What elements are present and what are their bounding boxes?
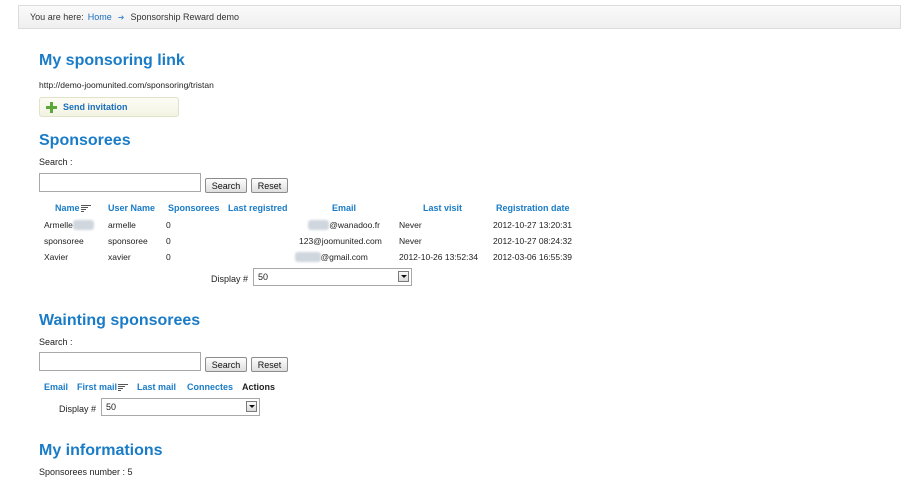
sponsorees-search-label: Search : bbox=[39, 157, 73, 167]
column-header-first-mail[interactable]: First mail bbox=[77, 382, 129, 392]
breadcrumb: You are here: Home ➜ Sponsorship Reward … bbox=[18, 5, 901, 29]
sponsorees-reset-button[interactable]: Reset bbox=[251, 178, 288, 193]
sponsorees-count: Sponsorees number : 5 bbox=[39, 467, 133, 477]
sponsorees-display-value: 50 bbox=[258, 272, 269, 282]
table-row-cell-username: xavier bbox=[108, 252, 131, 262]
sponsorees-search-button[interactable]: Search bbox=[205, 178, 247, 193]
column-header-name[interactable]: Name bbox=[55, 203, 91, 213]
table-row-cell-registration-date: 2012-10-27 13:20:31 bbox=[493, 220, 572, 230]
waiting-display-select[interactable]: 50 bbox=[101, 398, 260, 416]
waiting-search-input[interactable] bbox=[39, 352, 201, 371]
table-row-cell-last-visit: Never bbox=[399, 220, 422, 230]
sponsorees-title: Sponsorees bbox=[39, 132, 131, 149]
table-row-cell-sponsorees: 0 bbox=[166, 220, 171, 230]
table-row-cell-registration-date: 2012-10-27 08:24:32 bbox=[493, 236, 572, 246]
sort-icon bbox=[118, 384, 129, 392]
column-header-last-mail[interactable]: Last mail bbox=[137, 382, 176, 392]
column-header-registration-date[interactable]: Registration date bbox=[496, 203, 570, 213]
column-header-last-registred[interactable]: Last registred bbox=[228, 203, 288, 213]
table-row-cell-username: sponsoree bbox=[108, 236, 148, 246]
column-header-email[interactable]: Email bbox=[44, 382, 68, 392]
blurred-text: xxxxxx bbox=[295, 252, 321, 262]
breadcrumb-current: Sponsorship Reward demo bbox=[130, 12, 239, 22]
column-header-sponsorees[interactable]: Sponsorees bbox=[168, 203, 220, 213]
table-row-cell-registration-date: 2012-03-06 16:55:39 bbox=[493, 252, 572, 262]
column-header-connectes[interactable]: Connectes bbox=[187, 382, 233, 392]
column-header-actions: Actions bbox=[242, 382, 276, 392]
table-row-cell-last-visit: Never bbox=[399, 236, 422, 246]
table-row-cell-name: sponsoree bbox=[44, 236, 84, 246]
table-row-cell-last-visit: 2012-10-26 13:52:34 bbox=[399, 252, 478, 262]
waiting-display-value: 50 bbox=[106, 402, 117, 412]
blurred-text: xxxxx bbox=[308, 220, 330, 230]
breadcrumb-home-link[interactable]: Home bbox=[88, 12, 112, 22]
sponsorees-display-select[interactable]: 50 bbox=[253, 268, 412, 286]
sponsorees-display-label: Display # bbox=[211, 274, 249, 284]
send-invitation-label: Send invitation bbox=[63, 102, 128, 112]
column-header-username[interactable]: User Name bbox=[108, 203, 155, 213]
table-row-cell-email: xxxxxx@gmail.com bbox=[295, 252, 368, 262]
breadcrumb-prefix: You are here: bbox=[30, 12, 84, 22]
sponsoring-url: http://demo-joomunited.com/sponsoring/tr… bbox=[39, 80, 214, 90]
table-row-cell-email: 123@joomunited.com bbox=[299, 236, 382, 246]
chevron-down-icon bbox=[246, 401, 257, 412]
sponsorees-search-input[interactable] bbox=[39, 173, 201, 192]
table-row-cell-username: armelle bbox=[108, 220, 136, 230]
waiting-display-label: Display # bbox=[59, 404, 97, 414]
table-row-cell-name: Xavier bbox=[44, 252, 69, 262]
table-row-cell-name: Armellexxxxx bbox=[44, 220, 95, 230]
column-header-email[interactable]: Email bbox=[332, 203, 356, 213]
table-row-cell-email: xxxxx@wanadoo.fr bbox=[308, 220, 380, 230]
waiting-sponsorees-title: Wainting sponsorees bbox=[39, 312, 201, 329]
sort-icon bbox=[80, 205, 91, 213]
table-row-cell-sponsorees: 0 bbox=[166, 236, 171, 246]
waiting-search-button[interactable]: Search bbox=[205, 357, 247, 372]
waiting-search-label: Search : bbox=[39, 337, 73, 347]
arrow-right-icon: ➜ bbox=[117, 12, 125, 22]
plus-icon bbox=[46, 101, 57, 113]
my-informations-title: My informations bbox=[39, 442, 163, 459]
sponsoring-link-title: My sponsoring link bbox=[39, 52, 185, 69]
blurred-text: xxxxx bbox=[72, 220, 95, 230]
waiting-reset-button[interactable]: Reset bbox=[251, 357, 288, 372]
table-row-cell-sponsorees: 0 bbox=[166, 252, 171, 262]
send-invitation-button[interactable]: Send invitation bbox=[39, 97, 179, 117]
chevron-down-icon bbox=[398, 271, 409, 282]
column-header-last-visit[interactable]: Last visit bbox=[423, 203, 462, 213]
